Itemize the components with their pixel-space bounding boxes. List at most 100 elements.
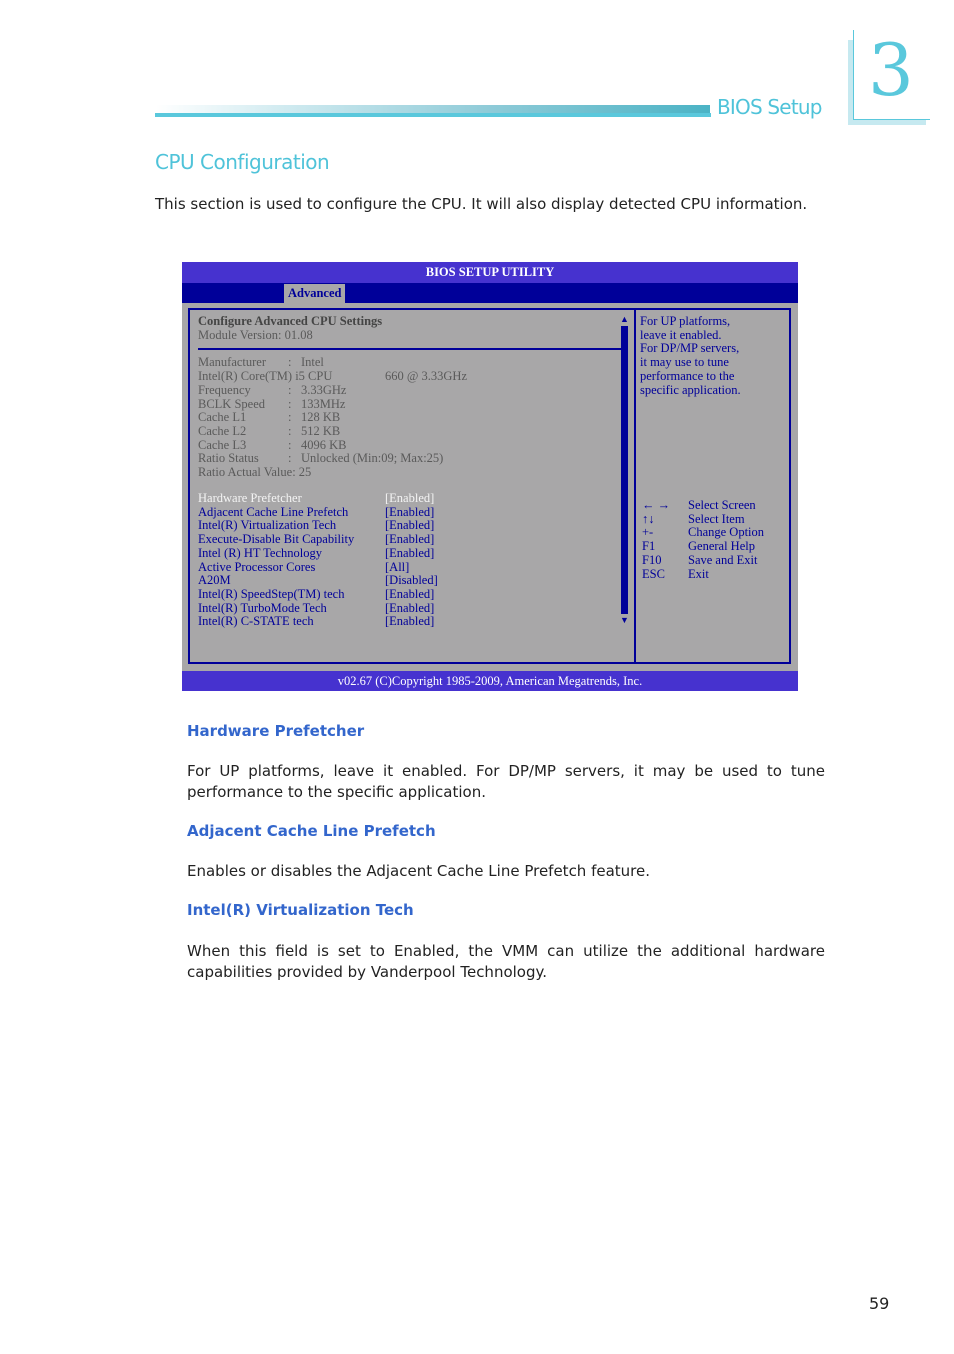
- key-name: F1: [642, 539, 656, 554]
- bios-option-row-label: A20M: [198, 573, 231, 588]
- key-legend-row: +- Change Option: [642, 526, 764, 540]
- page-number: 59: [869, 1294, 890, 1313]
- spec-row-value: 133MHz: [301, 396, 346, 411]
- spec-row: Ratio Status: Unlocked (Min:09; Max:25): [198, 452, 628, 466]
- spec-row-sep: :: [288, 437, 292, 452]
- bios-option-row-value: [Disabled]: [385, 573, 438, 588]
- spec-row-value: Unlocked (Min:09; Max:25): [301, 451, 444, 466]
- bios-option-row-label: Intel(R) TurboMode Tech: [198, 600, 327, 615]
- desc-heading-hardware-prefetcher: Hardware Prefetcher: [187, 722, 365, 740]
- key-action: Change Option: [688, 525, 765, 540]
- bios-option-row[interactable]: Hardware Prefetcher [Enabled]: [198, 491, 438, 506]
- bios-option-row-value: [Enabled]: [385, 518, 435, 533]
- key-name: ← →: [642, 498, 671, 512]
- spec-row-label: Cache L3: [198, 437, 247, 452]
- spec-row-value: 4096 KB: [301, 437, 347, 452]
- key-legend-row: ESC Exit: [642, 566, 764, 582]
- key-name: ESC: [642, 566, 665, 581]
- key-legend-row: F1 General Help: [642, 539, 764, 554]
- key-action: Save and Exit: [688, 552, 758, 567]
- help-line: For DP/MP servers,: [640, 341, 740, 356]
- key-name: +-: [642, 525, 654, 540]
- spec-row-sep: :: [288, 382, 292, 397]
- scroll-down-arrow-icon[interactable]: ▼: [620, 615, 629, 625]
- settings-heading: Configure Advanced CPU Settings: [198, 314, 383, 328]
- bios-option-row-label: Intel (R) HT Technology: [198, 545, 322, 560]
- help-line: performance to the: [640, 368, 735, 383]
- spec-row-value: 3.33GHz: [301, 382, 347, 397]
- key-action: Exit: [688, 566, 709, 581]
- key-action: General Help: [688, 539, 755, 554]
- bios-option-row[interactable]: Intel(R) TurboMode Tech [Enabled]: [198, 600, 438, 616]
- spec-row-label: Cache L2: [198, 423, 247, 438]
- bios-main-frame: Configure Advanced CPU Settings Module V…: [188, 308, 791, 664]
- header-section-label: BIOS Setup: [717, 95, 822, 119]
- key-action: Select Screen: [688, 498, 756, 512]
- page-title: CPU Configuration: [155, 150, 330, 174]
- key-name: F10: [642, 552, 662, 567]
- desc-text-hardware-prefetcher: For UP platforms, leave it enabled. For …: [187, 762, 825, 801]
- bios-option-row[interactable]: A20M [Disabled]: [198, 574, 438, 588]
- bios-option-row[interactable]: Execute-Disable Bit Capability [Enabled]: [198, 532, 438, 547]
- spec-row-sep: :: [288, 410, 292, 425]
- header-rule: [155, 113, 711, 117]
- desc-text-adjacent-cache: Enables or disables the Adjacent Cache L…: [187, 862, 651, 880]
- tab-advanced[interactable]: Advanced: [284, 284, 346, 303]
- bios-option-row[interactable]: Adjacent Cache Line Prefetch [Enabled]: [198, 504, 438, 520]
- bios-option-row-value: [Enabled]: [385, 600, 435, 615]
- bios-screenshot: BIOS SETUP UTILITY Advanced Configure Ad…: [182, 262, 798, 691]
- spec-row: BCLK Speed:133MHz: [198, 396, 628, 412]
- bios-footer: v02.67 (C)Copyright 1985-2009, American …: [182, 671, 798, 691]
- scroll-up-arrow-icon[interactable]: ▲: [620, 314, 629, 324]
- bios-option-row[interactable]: Intel (R) HT Technology [Enabled]: [198, 545, 438, 561]
- bios-option-row[interactable]: Intel(R) Virtualization Tech [Enabled]: [198, 519, 438, 533]
- settings-divider: [198, 348, 625, 350]
- spec-row-sep: :: [288, 423, 292, 438]
- info-row-sep: :: [288, 355, 292, 370]
- bios-help-panel: For UP platforms, leave it enabled. For DP…: [640, 314, 785, 397]
- bios-option-row-value: [Enabled]: [385, 491, 435, 505]
- bios-tab-bar: Advanced: [182, 283, 798, 303]
- header-gradient-bar: [156, 105, 710, 113]
- bios-option-row-label: Adjacent Cache Line Prefetch: [198, 504, 349, 519]
- intro-paragraph: This section is used to configure the CP…: [155, 195, 808, 213]
- info-row-value: Intel: [301, 355, 324, 370]
- bios-option-row[interactable]: Intel(R) C-STATE tech [Enabled]: [198, 615, 438, 629]
- bios-option-row-value: [Enabled]: [385, 532, 435, 547]
- spec-row-value: 512 KB: [301, 423, 341, 438]
- bios-option-row[interactable]: Intel(R) SpeedStep(TM) tech [Enabled]: [198, 587, 438, 602]
- key-legend-row: F10 Save and Exit: [642, 552, 764, 568]
- bios-option-row-label: Hardware Prefetcher: [198, 491, 302, 505]
- desc-heading-adjacent-cache: Adjacent Cache Line Prefetch: [187, 822, 436, 840]
- spec-row-sep: :: [288, 451, 292, 466]
- panel-divider: [634, 310, 636, 662]
- spec-row-sep: :: [288, 396, 292, 411]
- desc-heading-virtualization: Intel(R) Virtualization Tech: [187, 901, 414, 919]
- help-line: For UP platforms,: [640, 314, 731, 328]
- scrollbar[interactable]: [621, 326, 628, 614]
- key-legend-row: ← → Select Screen: [642, 498, 764, 513]
- bios-option-row-value: [Enabled]: [385, 545, 435, 560]
- module-version: Module Version: 01.08: [198, 327, 313, 342]
- bios-option-row-label: Intel(R) Virtualization Tech: [198, 518, 337, 533]
- bios-option-row[interactable]: Active Processor Cores [All]: [198, 559, 438, 575]
- bios-option-row-label: Execute-Disable Bit Capability: [198, 532, 355, 547]
- spec-row-label: BCLK Speed: [198, 396, 266, 411]
- spec-row-label: Frequency: [198, 382, 251, 397]
- bios-option-row-label: Active Processor Cores: [198, 559, 316, 574]
- bios-options-list: Hardware Prefetcher [Enabled] Adjacent Cac…: [198, 491, 438, 629]
- bios-settings-panel: Configure Advanced CPU Settings Module V…: [198, 314, 628, 480]
- help-line: leave it enabled.: [640, 327, 722, 342]
- ratio-actual-value: Ratio Actual Value: 25: [198, 465, 312, 480]
- help-line: it may use to tune: [640, 355, 729, 370]
- bios-option-row-value: [All]: [385, 559, 410, 574]
- spec-row: Cache L1:128 KB: [198, 411, 628, 425]
- cpu-name-label: Intel(R) Core(TM) i5 CPU: [198, 369, 333, 384]
- bios-option-row-value: [Enabled]: [385, 504, 435, 519]
- key-name: ↑↓: [642, 511, 655, 526]
- chapter-number: 3: [868, 28, 914, 112]
- info-row: Manufacturer: Intel: [198, 356, 628, 370]
- cpu-name-value: 660 @ 3.33GHz: [385, 369, 467, 384]
- help-line: specific application.: [640, 382, 741, 397]
- spec-row: Frequency:3.33GHz: [198, 382, 628, 398]
